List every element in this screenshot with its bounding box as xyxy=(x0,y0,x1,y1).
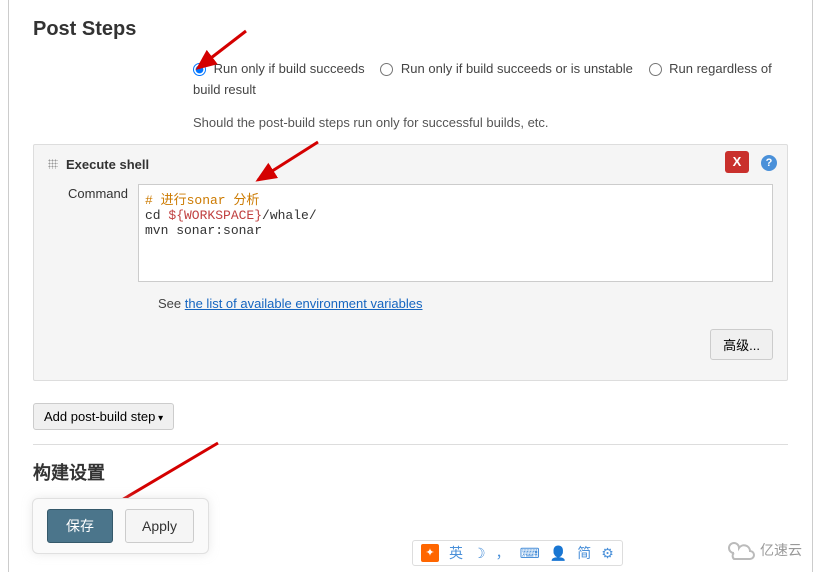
advanced-button[interactable]: 高级... xyxy=(710,329,773,360)
yisu-cloud-logo: 亿速云 xyxy=(726,536,811,564)
command-line2-prefix: cd xyxy=(145,208,168,223)
env-variables-link[interactable]: the list of available environment variab… xyxy=(185,296,423,311)
radio-succeed-text: Run only if build succeeds xyxy=(214,61,365,76)
command-comment: # 进行sonar 分析 xyxy=(145,193,259,208)
save-button[interactable]: 保存 xyxy=(47,509,113,543)
command-line2-var: ${WORKSPACE} xyxy=(168,208,262,223)
help-icon[interactable]: ? xyxy=(761,155,777,171)
build-settings-title: 构建设置 xyxy=(33,459,788,485)
comma-icon[interactable]: ， xyxy=(496,543,510,563)
ime-brand-icon: ✦ xyxy=(421,544,439,562)
radio-unstable-label[interactable]: Run only if build succeeds or is unstabl… xyxy=(380,61,636,76)
button-bar: 保存 Apply xyxy=(32,498,209,554)
drag-handle-icon[interactable] xyxy=(48,159,58,169)
moon-icon[interactable]: ☽ xyxy=(473,545,486,562)
execute-shell-step: X ? Execute shell Command # 进行sonar 分析 c… xyxy=(33,144,788,381)
gear-icon[interactable]: ⚙ xyxy=(601,545,614,562)
user-icon[interactable]: 👤 xyxy=(550,545,567,562)
command-line3: mvn sonar:sonar xyxy=(145,223,262,238)
step-title: Execute shell xyxy=(66,157,149,172)
radio-unstable-text: Run only if build succeeds or is unstabl… xyxy=(401,61,633,76)
command-line2-suffix: /whale/ xyxy=(262,208,317,223)
command-textarea[interactable]: # 进行sonar 分析 cd ${WORKSPACE}/whale/ mvn … xyxy=(138,184,773,282)
post-steps-title: Post Steps xyxy=(33,18,788,41)
radio-unstable[interactable] xyxy=(380,63,393,76)
see-prefix: See xyxy=(158,296,185,311)
logo-text: 亿速云 xyxy=(760,540,802,560)
apply-button[interactable]: Apply xyxy=(125,509,194,543)
see-text: See the list of available environment va… xyxy=(158,296,773,311)
ime-toolbar[interactable]: ✦ 英 ☽ ， ⌨ 👤 简 ⚙ xyxy=(412,540,623,566)
delete-step-button[interactable]: X xyxy=(725,151,749,173)
ime-mode[interactable]: 简 xyxy=(577,543,591,563)
ime-lang[interactable]: 英 xyxy=(449,543,463,563)
post-steps-hint: Should the post-build steps run only for… xyxy=(193,115,788,130)
radio-regardless[interactable] xyxy=(649,63,662,76)
command-label: Command xyxy=(48,184,138,201)
radio-succeed-label[interactable]: Run only if build succeeds xyxy=(193,61,368,76)
post-steps-condition: Run only if build succeeds Run only if b… xyxy=(193,59,788,101)
add-post-build-step-button[interactable]: Add post-build step xyxy=(33,403,174,430)
divider xyxy=(33,444,788,445)
radio-succeed[interactable] xyxy=(193,63,206,76)
keyboard-icon[interactable]: ⌨ xyxy=(520,545,540,562)
